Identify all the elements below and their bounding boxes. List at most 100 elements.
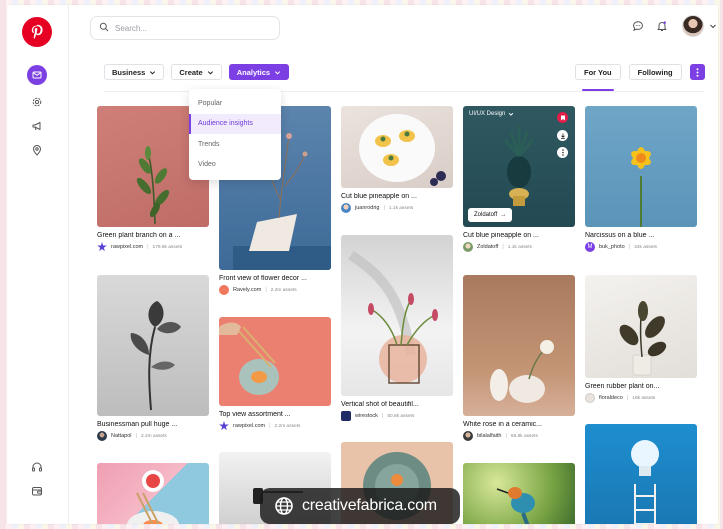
settings-icon[interactable] [27, 92, 47, 112]
tab-following[interactable]: Following [628, 64, 682, 80]
pin-source[interactable]: wirestock [355, 413, 378, 419]
separator: | [147, 244, 149, 250]
menu-item-trends[interactable]: Trends [189, 134, 281, 155]
pin-source[interactable]: Zoldatoff [477, 244, 498, 250]
pin-card[interactable]: Top view assortment ... rawpixel.com | 2.2… [219, 317, 331, 431]
filter-bar: Business Create Analytics [104, 64, 290, 80]
location-icon[interactable] [27, 140, 47, 160]
pin-title[interactable]: Cut blue pineapple on ... [341, 193, 453, 200]
pin-image[interactable] [341, 106, 453, 188]
pin-asset-count: 34k assets [634, 244, 658, 250]
search-input[interactable] [115, 23, 265, 33]
pin-title[interactable]: Green plant branch on a ... [97, 232, 209, 239]
pin-asset-count: 2.2m assets [270, 287, 297, 293]
menu-item-audience-insights[interactable]: Audience insights [189, 113, 281, 134]
pin-image[interactable] [585, 275, 697, 378]
pin-card[interactable] [463, 463, 575, 524]
download-icon[interactable] [557, 130, 568, 141]
menu-item-video[interactable]: Video [189, 155, 281, 176]
menu-item-popular[interactable]: Popular [189, 93, 281, 114]
pin-image[interactable] [463, 463, 575, 524]
pin-title[interactable]: Top view assortment ... [219, 411, 331, 418]
create-filter[interactable]: Create [171, 64, 222, 80]
creator-avatar [97, 431, 107, 441]
visit-profile-label: Zoldatoff [474, 212, 498, 218]
pin-title[interactable]: Businessman pull huge ... [97, 421, 209, 428]
avatar[interactable] [682, 15, 704, 37]
headset-icon[interactable] [27, 457, 47, 477]
pin-meta: Zoldatoff | 1.1k assets [463, 242, 575, 252]
analytics-filter[interactable]: Analytics [228, 64, 290, 80]
pin-source[interactable]: juanrodrig [355, 205, 379, 211]
pinterest-logo[interactable] [22, 17, 52, 47]
more-options-button[interactable] [689, 64, 705, 80]
pin-meta: Ravely.com | 2.2m assets [219, 285, 331, 295]
rawpixel-star-icon [219, 421, 229, 431]
more-icon[interactable] [557, 147, 568, 158]
pin-title[interactable]: Cut blue pineapple on ... [463, 232, 575, 239]
separator: | [265, 287, 267, 293]
pin-image[interactable] [341, 235, 453, 396]
megaphone-icon[interactable] [27, 116, 47, 136]
pin-image[interactable] [97, 463, 209, 524]
pin-image[interactable] [585, 424, 697, 524]
pin-source[interactable]: Ravely.com [233, 287, 261, 293]
pin-source[interactable]: rawpixel.com [233, 423, 265, 429]
chevron-down-icon [207, 70, 213, 75]
pin-card[interactable]: Vertical shot of beautifil... wirestock |… [341, 235, 453, 421]
pin-asset-count: 18k assets [632, 395, 656, 401]
pin-image[interactable] [219, 317, 331, 406]
pin-title[interactable]: White rose in a ceramic... [463, 421, 575, 428]
pin-image[interactable]: UI/UX Design Zoldatoff → [463, 106, 575, 227]
board-selector[interactable]: UI/UX Design [469, 111, 514, 117]
pin-card[interactable]: White rose in a ceramic... bilalalfaith |… [463, 275, 575, 441]
pin-meta: wirestock | 50.8k assets [341, 411, 453, 421]
business-filter[interactable]: Business [104, 64, 165, 80]
main-area: Business Create Analytics For You Follow… [69, 5, 718, 524]
pin-title[interactable]: Green rubber plant on... [585, 383, 697, 390]
analytics-filter-label: Analytics [236, 67, 271, 77]
creator-avatar [219, 285, 229, 295]
bell-icon[interactable] [652, 16, 672, 36]
pin-image[interactable] [463, 275, 575, 416]
pin-source[interactable]: buk_photo [599, 244, 625, 250]
chat-icon[interactable] [628, 16, 648, 36]
pin-card[interactable]: UI/UX Design Zoldatoff → Cut blue pineapp… [463, 106, 575, 252]
creator-avatar [463, 431, 473, 441]
board-name: UI/UX Design [469, 111, 506, 117]
sidebar [7, 5, 69, 524]
pin-card[interactable]: Narcissus on a blue ... M buk_photo | 34k … [585, 106, 697, 252]
search-icon [99, 19, 109, 37]
tab-for-you[interactable]: For You [575, 64, 621, 91]
pin-asset-count: 2.2m assets [274, 423, 301, 429]
pin-title[interactable]: Narcissus on a blue ... [585, 232, 697, 239]
analytics-dropdown-menu: Popular Audience insights Trends Video [189, 89, 281, 180]
chevron-down-icon[interactable] [708, 16, 718, 36]
pin-card[interactable]: Green rubber plant on... floraldeco | 18k … [585, 275, 697, 403]
pin-title[interactable]: Vertical shot of beautifil... [341, 401, 453, 408]
separator: | [626, 395, 629, 401]
mail-icon[interactable] [27, 65, 47, 85]
pin-source[interactable]: Nattapol [111, 433, 132, 439]
bookmark-icon[interactable] [557, 112, 568, 123]
pin-meta: juanrodrig | 1.1k assets [341, 203, 453, 213]
pin-card[interactable]: Cut blue pineapple on ... juanrodrig | 1.1… [341, 106, 453, 213]
pin-source[interactable]: bilalalfaith [477, 433, 501, 439]
watermark-text: creativefabrica.com [302, 497, 437, 514]
pin-source[interactable]: floraldeco [599, 395, 623, 401]
pin-card[interactable] [97, 463, 209, 524]
pin-image[interactable] [97, 275, 209, 416]
pin-image[interactable] [585, 106, 697, 227]
visit-profile-button[interactable]: Zoldatoff → [468, 208, 513, 222]
search-bar[interactable] [90, 16, 280, 40]
wallet-icon[interactable] [27, 481, 47, 501]
pin-title[interactable]: Front view of flower decor ... [219, 275, 331, 282]
pin-card[interactable]: Businessman pull huge ... Nattapol | 2.2m … [97, 275, 209, 441]
pin-source[interactable]: rawpixel.com [111, 244, 143, 250]
pin-asset-count: 1.1k assets [388, 205, 414, 211]
pin-asset-count: 179.6k assets [152, 244, 183, 250]
pin-meta: bilalalfaith | 65.8k assets [463, 431, 575, 441]
creator-avatar [341, 203, 351, 213]
pin-card[interactable] [585, 424, 697, 524]
kebab-icon [696, 67, 699, 77]
